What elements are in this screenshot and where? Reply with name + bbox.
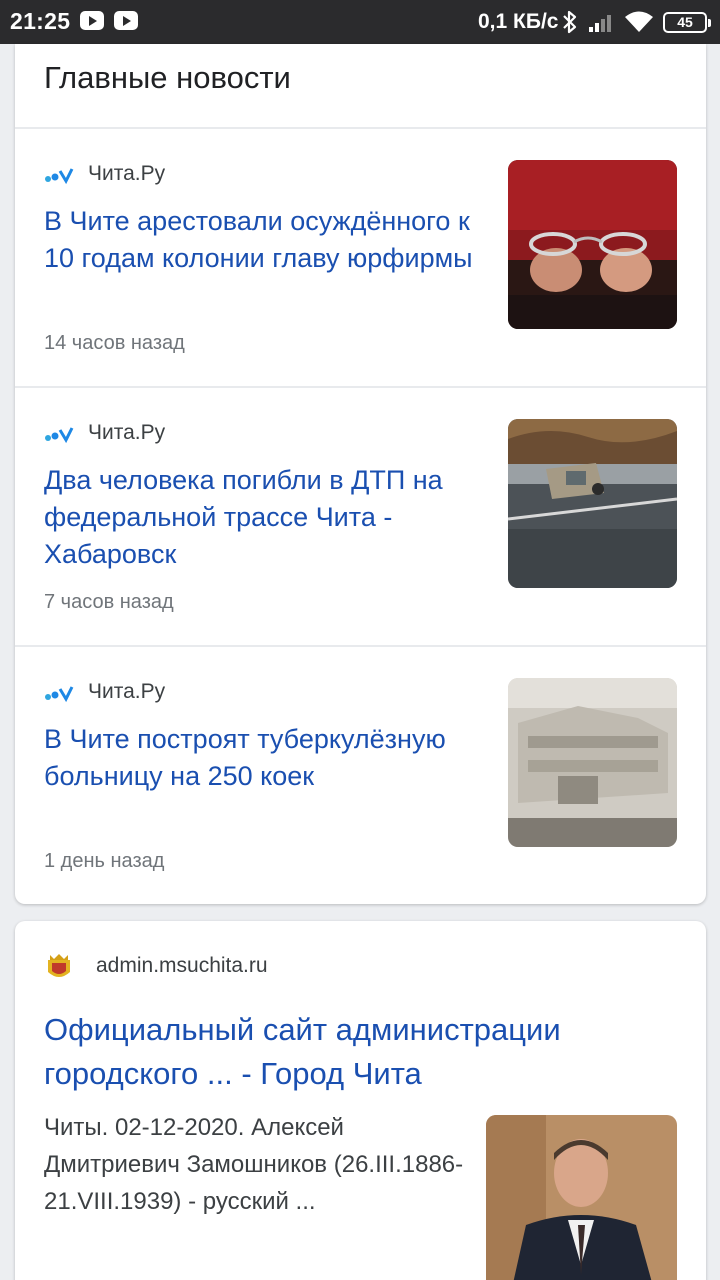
chita-ru-logo-icon [45,427,74,444]
search-result-card: admin.msuchita.ru Официальный сайт админ… [15,921,706,1280]
result-domain: admin.msuchita.ru [96,954,268,977]
news-item[interactable]: Чита.Ру Два человека погибли в ДТП на фе… [15,388,706,646]
status-time: 21:25 [10,8,71,34]
status-bar: 21:25 0,1 КБ/с 45 [0,0,720,44]
news-headline[interactable]: В Чите построят туберкулёзную больницу н… [44,721,484,795]
news-source: Чита.Ру [88,421,166,444]
result-snippet: Читы. 02-12-2020. Алексей Дмитриевич Зам… [44,1114,464,1215]
news-source: Чита.Ру [88,680,166,703]
news-thumbnail-car-crash[interactable] [508,419,677,588]
news-source: Чита.Ру [88,162,166,185]
result-title-link[interactable]: Официальный сайт администрации городског… [44,1008,664,1096]
chita-ru-logo-icon [45,168,74,185]
bluetooth-icon [563,10,577,34]
top-stories-title: Главные новости [44,60,291,95]
top-stories-card: Главные новости Чита.Ру В Чите арестовал… [15,44,706,904]
news-time: 14 часов назад [44,332,185,354]
news-headline[interactable]: В Чите арестовали осуждённого к 10 годам… [44,203,484,277]
signal-icon [589,15,611,32]
news-time: 1 день назад [44,850,165,872]
news-headline[interactable]: Два человека погибли в ДТП на федерально… [44,462,484,573]
city-emblem-icon [48,954,70,977]
wifi-icon [625,11,653,32]
news-thumbnail-handcuffs[interactable] [508,160,677,329]
youtube-icon [114,11,138,30]
news-item[interactable]: Чита.Ру В Чите арестовали осуждённого к … [15,129,706,387]
news-item[interactable]: Чита.Ру В Чите построят туберкулёзную бо… [15,647,706,904]
chita-ru-logo-icon [45,686,74,703]
result-thumbnail-portrait[interactable] [486,1115,677,1280]
news-thumbnail-hospital[interactable] [508,678,677,847]
news-time: 7 часов назад [44,591,174,613]
network-speed: 0,1 КБ/с [478,10,559,33]
battery-icon: 45 [663,12,711,33]
youtube-icon [80,11,104,30]
